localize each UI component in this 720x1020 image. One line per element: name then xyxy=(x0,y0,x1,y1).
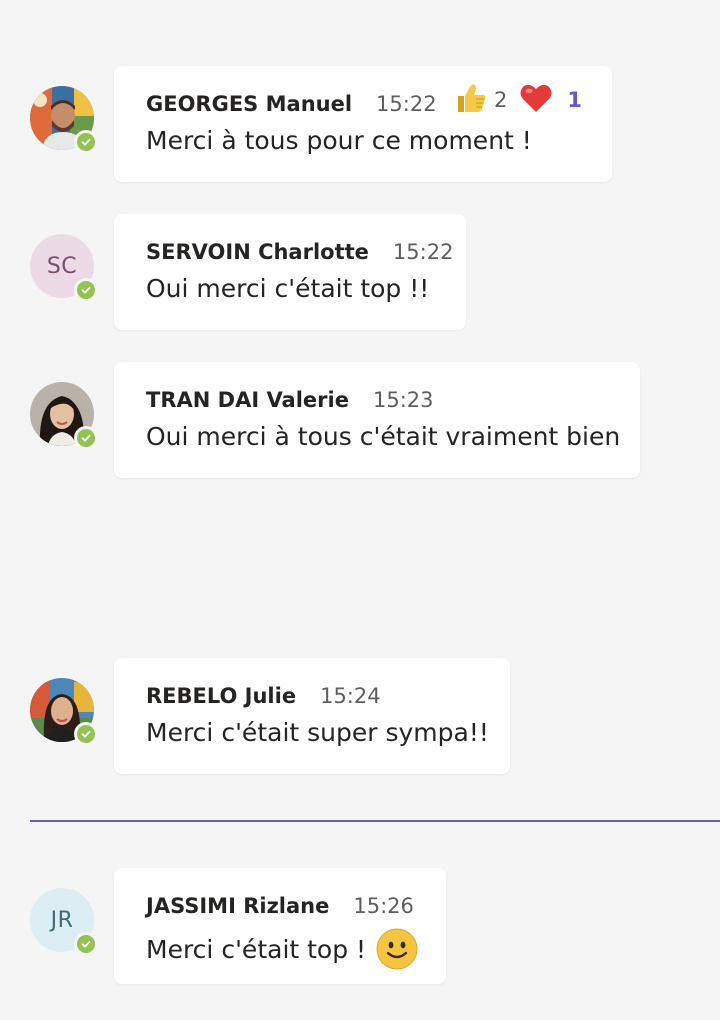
avatar-tran-dai-valerie[interactable] xyxy=(30,382,98,450)
message-timestamp: 15:23 xyxy=(372,388,434,412)
message-text: Oui merci c'était top !! xyxy=(146,274,430,303)
message-header: GEORGES Manuel 15:22 xyxy=(146,90,437,118)
new-messages-divider xyxy=(30,820,720,822)
message-timestamp: 15:22 xyxy=(376,92,437,116)
presence-badge xyxy=(74,722,98,746)
author-name[interactable]: REBELO Julie xyxy=(146,684,296,708)
presence-badge xyxy=(74,130,98,154)
presence-badge xyxy=(74,426,98,450)
author-name[interactable]: JASSIMI Rizlane xyxy=(146,894,329,918)
message-text: Merci c'était super sympa!! xyxy=(146,718,489,747)
reaction-count: 2 xyxy=(494,88,508,112)
presence-badge xyxy=(74,278,98,302)
available-check-icon xyxy=(77,725,95,743)
avatar-rebelo-julie[interactable] xyxy=(30,678,98,746)
message-header: TRAN DAI Valerie 15:23 xyxy=(146,386,434,414)
avatar-georges-manuel[interactable] xyxy=(30,86,98,154)
message-timestamp: 15:24 xyxy=(320,684,381,708)
message-bubble[interactable]: JASSIMI Rizlane 15:26 Merci c'était top … xyxy=(114,868,446,984)
message-header: JASSIMI Rizlane 15:26 xyxy=(146,892,414,920)
reactions-bar: 2 1 xyxy=(454,80,594,120)
reaction-heart[interactable]: 1 xyxy=(519,82,582,118)
heart-icon xyxy=(519,82,553,118)
message-bubble[interactable]: REBELO Julie 15:24 Merci c'était super s… xyxy=(114,658,510,774)
avatar-servoin-charlotte[interactable]: SC xyxy=(30,234,98,302)
message-bubble[interactable]: TRAN DAI Valerie 15:23 Oui merci à tous … xyxy=(114,362,640,478)
message-bubble[interactable]: SERVOIN Charlotte 15:22 Oui merci c'étai… xyxy=(114,214,466,330)
message-content: Merci c'était top ! xyxy=(146,928,418,970)
author-name[interactable]: SERVOIN Charlotte xyxy=(146,240,369,264)
available-check-icon xyxy=(77,429,95,447)
author-name[interactable]: TRAN DAI Valerie xyxy=(146,388,349,412)
available-check-icon xyxy=(77,133,95,151)
reaction-like[interactable]: 2 xyxy=(454,82,507,118)
message-timestamp: 15:26 xyxy=(353,894,414,918)
chat-thread: GEORGES Manuel 15:22 2 1 Merci à tous po… xyxy=(0,0,720,1020)
presence-badge xyxy=(74,932,98,956)
message-text: Merci c'était top ! xyxy=(146,934,367,964)
message-text: Oui merci à tous c'était vraiment bien xyxy=(146,422,621,451)
message-header: SERVOIN Charlotte 15:22 xyxy=(146,238,453,266)
message-text: Merci à tous pour ce moment ! xyxy=(146,126,532,155)
message-bubble[interactable]: GEORGES Manuel 15:22 2 1 Merci à tous po… xyxy=(114,66,612,182)
available-check-icon xyxy=(77,281,95,299)
avatar-jassimi-rizlane[interactable]: JR xyxy=(30,888,98,956)
author-name[interactable]: GEORGES Manuel xyxy=(146,92,352,116)
smile-emoji-icon xyxy=(376,928,418,970)
available-check-icon xyxy=(77,935,95,953)
message-timestamp: 15:22 xyxy=(392,240,454,264)
message-header: REBELO Julie 15:24 xyxy=(146,682,381,710)
reaction-count: 1 xyxy=(567,88,582,112)
thumbs-up-icon xyxy=(454,82,488,118)
